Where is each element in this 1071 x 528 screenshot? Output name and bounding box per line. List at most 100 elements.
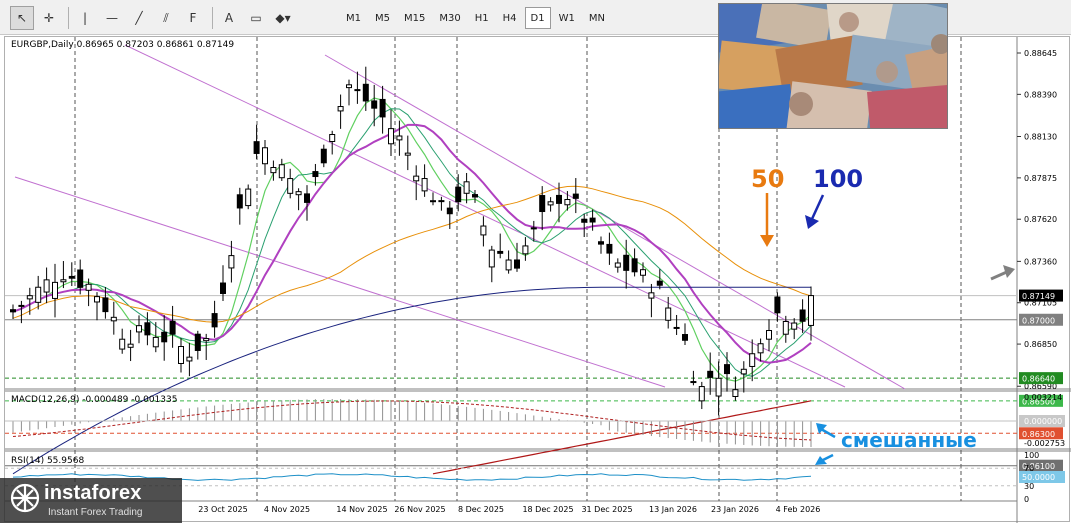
crosshair-icon[interactable]: ✛ xyxy=(37,6,61,30)
candle-body xyxy=(606,243,613,254)
timeframe-d1[interactable]: D1 xyxy=(524,7,551,29)
label-icon[interactable]: ▭ xyxy=(244,6,268,30)
candle-body xyxy=(119,338,126,350)
timeframe-m1[interactable]: M1 xyxy=(340,7,367,29)
price-tag-label: 0.86640 xyxy=(1022,375,1055,384)
annotation-100: 100 xyxy=(813,165,863,193)
macd-header: MACD(12,26,9) -0.000489 -0.001335 xyxy=(11,395,177,405)
logo-brand: instaforex xyxy=(44,482,142,504)
candle-body xyxy=(715,377,722,397)
channel-icon[interactable]: ⫽ xyxy=(154,6,178,30)
price-tag-label: 0.87000 xyxy=(1022,316,1055,325)
timeframe-selector: M1 M5 M15 M30 H1 H4 D1 W1 MN xyxy=(340,6,613,30)
candle-body xyxy=(614,262,621,268)
text-icon[interactable]: A xyxy=(217,6,241,30)
candle-body xyxy=(35,286,42,303)
candle-body xyxy=(749,353,756,367)
rsi-value-label: 50.0000 xyxy=(1022,473,1055,482)
candle-body xyxy=(766,330,772,340)
candle-body xyxy=(245,188,252,207)
timeframe-h4[interactable]: H4 xyxy=(497,7,523,29)
candle-body xyxy=(690,381,697,384)
date-label: 8 Dec 2025 xyxy=(458,505,504,514)
date-label: 18 Dec 2025 xyxy=(522,505,573,514)
candle-body xyxy=(640,269,646,276)
vertical-line-icon[interactable]: | xyxy=(73,6,97,30)
fibonacci-icon[interactable]: F xyxy=(181,6,205,30)
chart-header: EURGBP,Daily 0.86965 0.87203 0.86861 0.8… xyxy=(11,40,234,50)
price-label: 0.87875 xyxy=(1024,174,1057,183)
candle-body xyxy=(388,128,394,145)
candle-body xyxy=(757,343,764,354)
price-label: 0.86850 xyxy=(1024,340,1057,349)
timeframe-h1[interactable]: H1 xyxy=(469,7,495,29)
candle-body xyxy=(665,307,672,321)
candle-body xyxy=(43,279,50,293)
candle-body xyxy=(220,282,226,294)
horizontal-line-icon[interactable]: — xyxy=(100,6,124,30)
trendline-icon[interactable]: ╱ xyxy=(127,6,151,30)
candle-body xyxy=(522,245,529,255)
candle-body xyxy=(673,326,680,329)
candle-body xyxy=(371,100,378,109)
candle-body xyxy=(472,194,478,198)
candle-body xyxy=(682,334,688,341)
date-label: 14 Nov 2025 xyxy=(336,505,387,514)
date-label: 23 Jan 2026 xyxy=(711,505,759,514)
macd-zero-tag-label: 0.000000 xyxy=(1024,417,1062,426)
price-label: 0.88130 xyxy=(1024,133,1057,142)
price-axis: 0.88645 0.88390 0.88130 0.87875 0.87620 0.873… xyxy=(1017,49,1057,391)
candle-body xyxy=(52,281,58,299)
candle-body xyxy=(26,295,33,300)
candle-body xyxy=(438,200,445,203)
candle-body xyxy=(774,296,781,314)
candle-body xyxy=(623,254,630,271)
candle-body xyxy=(18,304,25,307)
candle-body xyxy=(346,84,352,89)
macd-scale-label: 0.003214 xyxy=(1024,393,1062,402)
price-label: 0.87360 xyxy=(1024,257,1057,266)
candle-body xyxy=(194,333,201,351)
candle-body xyxy=(203,338,210,342)
candle-body xyxy=(396,135,403,141)
annotation-mixed: смешанные xyxy=(841,428,977,452)
candle-body xyxy=(698,386,705,402)
rsi-scale-label: 0 xyxy=(1024,495,1029,504)
date-label: 31 Dec 2025 xyxy=(581,505,632,514)
toolbar-separator xyxy=(68,7,69,29)
candle-body xyxy=(488,249,495,268)
timeframe-mn[interactable]: MN xyxy=(583,7,611,29)
candle-body xyxy=(295,191,302,196)
candle-body xyxy=(85,283,92,291)
candle-body xyxy=(707,370,714,378)
date-label: 4 Nov 2025 xyxy=(264,505,310,514)
candle-body xyxy=(278,164,285,179)
candle-body xyxy=(564,199,571,206)
shapes-icon[interactable]: ◆▾ xyxy=(271,6,295,30)
candle-body xyxy=(178,346,184,364)
cursor-icon[interactable]: ↖ xyxy=(10,6,34,30)
candle-body xyxy=(236,194,243,209)
candle-body xyxy=(152,336,159,348)
price-label: 0.88390 xyxy=(1024,90,1057,99)
candle-body xyxy=(530,227,537,230)
timeframe-m15[interactable]: M15 xyxy=(398,7,431,29)
rsi-header: RSI(14) 55.9568 xyxy=(11,456,84,466)
candle-body xyxy=(304,193,310,203)
candle-body xyxy=(497,250,504,254)
candle-body xyxy=(572,193,579,199)
timeframe-w1[interactable]: W1 xyxy=(553,7,581,29)
timeframe-m30[interactable]: M30 xyxy=(433,7,466,29)
candle-body xyxy=(270,166,277,174)
candle-body xyxy=(732,389,739,397)
instaforex-emblem-icon xyxy=(10,483,40,513)
candle-body xyxy=(110,316,117,322)
timeframe-m5[interactable]: M5 xyxy=(369,7,396,29)
candle-body xyxy=(547,201,554,206)
drawing-tools: ↖ ✛ | — ╱ ⫽ F A ▭ ◆▾ xyxy=(10,6,298,30)
ma-200-red xyxy=(432,400,812,475)
date-label: 23 Oct 2025 xyxy=(198,505,247,514)
candle-body xyxy=(362,83,369,102)
price-label: 0.87620 xyxy=(1024,215,1057,224)
candle-body xyxy=(68,275,75,279)
